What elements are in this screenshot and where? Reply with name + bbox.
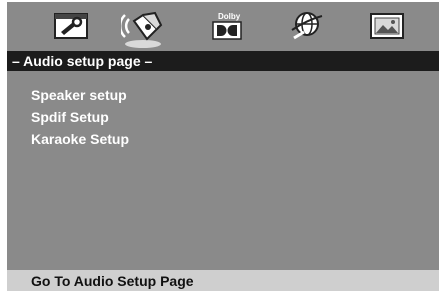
audio-setup-menu: Speaker setup Spdif Setup Karaoke Setup (31, 84, 129, 150)
status-text: Go To Audio Setup Page (31, 272, 194, 289)
setup-tab-bar: Dolby (7, 2, 439, 50)
tab-audio-setup[interactable] (119, 8, 167, 48)
dolby-icon: Dolby (212, 12, 242, 40)
dolby-logo-text: Dolby (218, 12, 241, 21)
setup-screen: Dolby – Audio setup page – Speaker setup… (7, 2, 439, 291)
tab-general-setup[interactable] (47, 8, 95, 44)
globe-disc-icon (291, 12, 323, 40)
page-title: – Audio setup page – (12, 53, 153, 69)
menu-item-karaoke-setup[interactable]: Karaoke Setup (31, 128, 129, 150)
picture-video-icon (370, 13, 404, 39)
tab-language-setup[interactable] (283, 8, 331, 44)
tab-dolby-setup[interactable]: Dolby (203, 8, 251, 44)
page-title-bar: – Audio setup page – (7, 51, 439, 71)
menu-item-spdif-setup[interactable]: Spdif Setup (31, 106, 129, 128)
tab-video-setup[interactable] (363, 8, 411, 44)
wrench-settings-icon (54, 13, 88, 39)
status-bar: Go To Audio Setup Page (7, 270, 439, 291)
speaker-audio-icon (121, 11, 163, 41)
menu-item-speaker-setup[interactable]: Speaker setup (31, 84, 129, 106)
